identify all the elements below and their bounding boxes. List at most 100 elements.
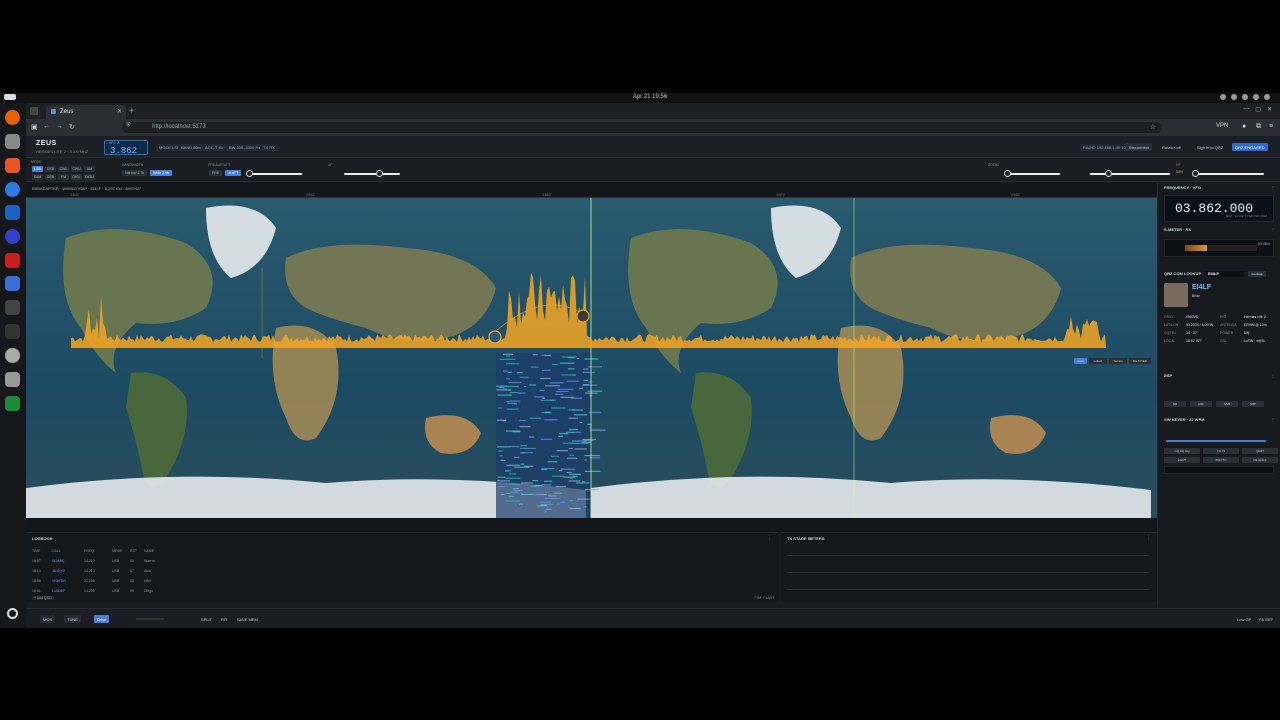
map-grid-button[interactable]: Grid — [1074, 358, 1087, 364]
cw-macro-button[interactable]: 5NN TU — [1203, 457, 1239, 463]
split-button[interactable]: SPLIT — [198, 615, 215, 623]
qrz-lookup-button[interactable]: Lookup — [1248, 271, 1266, 277]
close-tab-icon[interactable]: ✕ — [117, 108, 122, 115]
activities-button[interactable] — [4, 94, 16, 100]
tray-icon[interactable] — [1264, 94, 1270, 100]
url-field[interactable]: ⛨ http://localhost:5173 ☆ — [122, 122, 1162, 133]
tab-overview-icon[interactable] — [30, 107, 38, 115]
af-slider[interactable] — [344, 170, 400, 177]
close-window-icon[interactable]: ✕ — [1267, 106, 1272, 113]
drive-slider[interactable] — [136, 618, 164, 620]
tune-button[interactable]: TUNE — [64, 615, 81, 623]
qrz-status-badge[interactable]: QRZ ENGAGED — [1232, 143, 1268, 151]
map-labels-button[interactable]: Labels — [1089, 358, 1107, 364]
mode-am-button[interactable]: AM — [84, 166, 95, 172]
firefox-icon[interactable] — [5, 110, 20, 125]
sidebar-toggle-icon[interactable]: ▣ — [31, 123, 38, 131]
dsp-snb-button[interactable]: SNB — [1216, 401, 1238, 407]
add-qso-button[interactable]: + Add QSO — [32, 596, 54, 600]
panel-menu-icon[interactable]: ⋮ — [1146, 535, 1151, 541]
table-row[interactable]: 18:41 LU1DEF 14.205 USB 59 Diego — [32, 586, 232, 596]
mode-sam-button[interactable]: SAM — [32, 174, 43, 180]
terminal-icon[interactable] — [5, 324, 20, 339]
vscode-icon[interactable] — [5, 276, 20, 291]
mode-cwl-button[interactable]: CWL — [58, 166, 69, 172]
slider-knob[interactable] — [1192, 170, 1199, 177]
squelch-slider[interactable] — [1090, 170, 1170, 177]
tray-icon[interactable] — [1220, 94, 1226, 100]
mode-dsb-button[interactable]: DSB — [45, 174, 56, 180]
disconnect-button[interactable]: Disconnect — [1126, 143, 1152, 151]
shield-icon[interactable]: ⛨ — [126, 123, 131, 130]
map-terrain-button[interactable]: Terrain — [1109, 358, 1127, 364]
app-store-icon[interactable] — [5, 158, 20, 173]
zoom-slider[interactable] — [1004, 170, 1060, 177]
panel-menu-icon[interactable]: ⋮ — [1271, 227, 1275, 232]
chart-app-icon[interactable] — [5, 300, 20, 315]
qrz-callsign-input[interactable]: EI4LF — [1206, 271, 1244, 277]
tray-icon[interactable] — [1231, 94, 1237, 100]
help-icon[interactable] — [5, 182, 20, 197]
panel-menu-icon[interactable]: ⋮ — [767, 535, 772, 541]
forward-icon[interactable]: → — [56, 123, 63, 130]
tab-zeus[interactable]: Zeus ✕ — [46, 105, 126, 119]
bw-narrow-button[interactable]: Narrow 2.7k — [122, 170, 147, 176]
table-row[interactable]: 18:08 VK4FDR 21.295 USB 58 Dale — [32, 576, 232, 586]
world-map-waterfall[interactable]: Grid Labels Terrain DE FIXED — [26, 198, 1157, 518]
slider-knob[interactable] — [1105, 170, 1112, 177]
panel-menu-icon[interactable]: ⋮ — [1271, 417, 1275, 422]
cw-macro-button[interactable]: TU 73 — [1203, 448, 1239, 454]
slider-knob[interactable] — [246, 170, 253, 177]
map-fixed-button[interactable]: DE FIXED — [1129, 358, 1151, 364]
qrz-signin-button[interactable]: Sign in to QRZ — [1194, 143, 1226, 151]
menu-icon[interactable]: ≡ — [1269, 123, 1273, 130]
gain-slider[interactable] — [246, 170, 302, 177]
cw-macro-button[interactable]: DE EI4LF — [1242, 457, 1278, 463]
attenuator-button[interactable]: -6 ATT — [225, 170, 241, 176]
panel-menu-icon[interactable]: ⋮ — [1271, 185, 1275, 190]
signal-icon[interactable] — [5, 229, 20, 244]
editor-icon[interactable] — [5, 372, 20, 387]
dsp-nr-button[interactable]: NR — [1164, 401, 1186, 407]
mode-lsb-button[interactable]: LSB — [32, 166, 43, 172]
cw-macro-button[interactable]: QRZ? — [1242, 448, 1278, 454]
slider-knob[interactable] — [1004, 170, 1011, 177]
tray-icon[interactable] — [1242, 94, 1248, 100]
back-icon[interactable]: ← — [43, 123, 50, 130]
mox-button[interactable]: MOX — [40, 615, 56, 623]
slider-knob[interactable] — [376, 170, 383, 177]
minimize-icon[interactable]: — — [1243, 106, 1249, 113]
dsp-anf-button[interactable]: ANF — [1190, 401, 1212, 407]
system-tray[interactable] — [1220, 94, 1270, 100]
files-icon[interactable] — [5, 134, 20, 149]
account-icon[interactable]: ● — [1242, 123, 1246, 130]
table-row[interactable]: 18:14 JA1XYZ 14.213 USB 57 Akio — [32, 566, 232, 576]
maximize-icon[interactable]: ▢ — [1255, 106, 1261, 113]
extensions-icon[interactable]: ⧉ — [1256, 123, 1261, 131]
drive-button[interactable]: Drive — [94, 615, 110, 623]
bw-wide-button[interactable]: Wide 2.9k — [150, 170, 172, 176]
os-clock[interactable]: Apr 21 19:56 — [620, 94, 680, 100]
cw-macro-button[interactable]: AGN? — [1164, 457, 1200, 463]
tray-icon[interactable] — [1253, 94, 1259, 100]
cw-macro-button[interactable]: CQ CQ CQ — [1164, 448, 1200, 454]
bookmark-star-icon[interactable]: ☆ — [1150, 123, 1156, 131]
wpm-slider[interactable] — [1166, 440, 1266, 442]
rotator-toggle[interactable]: Rotator off — [1159, 143, 1184, 151]
recycle-icon[interactable] — [5, 396, 20, 411]
rit-button[interactable]: RIT — [218, 615, 230, 623]
mode-digl-button[interactable]: DIGL — [71, 174, 82, 180]
frequency-display[interactable]: 03.862.000 MHZ · CLICK TO ENTER MHZ — [1164, 195, 1274, 222]
mode-digu-button[interactable]: DIGU — [84, 174, 95, 180]
vpn-button[interactable]: VPN — [1216, 123, 1228, 129]
reload-icon[interactable]: ↻ — [69, 123, 75, 131]
dx-station-icon[interactable] — [576, 309, 590, 323]
panel-menu-icon[interactable]: ⋮ — [1271, 373, 1275, 378]
apps-grid-icon[interactable] — [7, 608, 18, 619]
save-mem-button[interactable]: SAVE MEM — [234, 615, 261, 623]
table-row[interactable]: 18:57 W1ABC 14.210 USB 59 Warren — [32, 556, 232, 566]
vfo-a-display[interactable]: VFO A 3.862 — [104, 140, 148, 156]
mode-fm-button[interactable]: FM — [58, 174, 69, 180]
rf-slider[interactable] — [1192, 170, 1264, 177]
mode-cwu-button[interactable]: CWU — [71, 166, 82, 172]
